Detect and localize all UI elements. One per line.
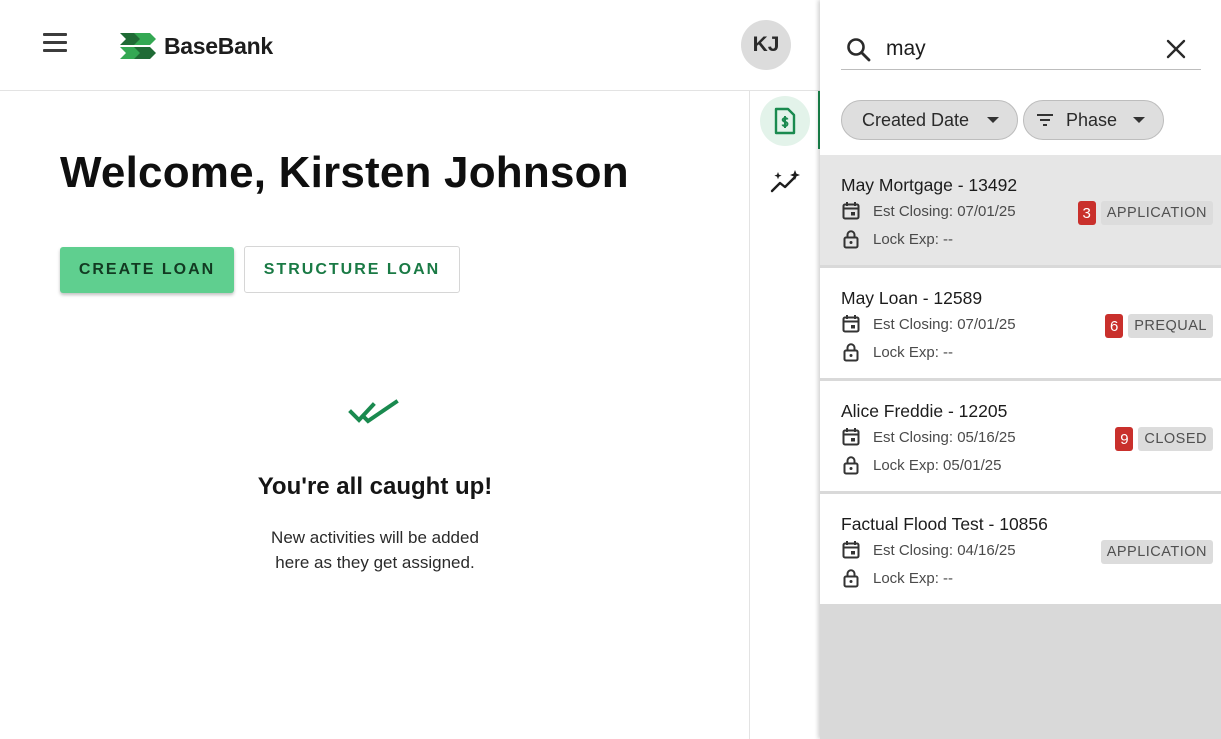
search-icon (847, 38, 871, 62)
lock-icon (843, 343, 859, 362)
est-closing-text: Est Closing: 04/16/25 (873, 541, 1016, 559)
rail-item-loans[interactable] (760, 96, 810, 146)
page-title: Welcome, Kirsten Johnson (60, 148, 629, 197)
loan-title: Alice Freddie - 12205 (841, 401, 1008, 421)
search-bar (841, 28, 1201, 70)
lock-exp-text: Lock Exp: -- (873, 343, 954, 361)
lock-icon (843, 230, 859, 249)
calendar-icon (842, 541, 860, 559)
empty-state-message: New activities will be added here as the… (0, 525, 750, 575)
est-closing-row: Est Closing: 05/16/25 (841, 427, 1016, 447)
est-closing-text: Est Closing: 07/01/25 (873, 202, 1016, 220)
calendar-icon (842, 428, 860, 446)
lock-icon (843, 456, 859, 475)
loan-result-item[interactable]: Factual Flood Test - 10856 Est Closing: … (820, 494, 1221, 604)
phase-badge: CLOSED (1138, 427, 1213, 451)
side-rail (750, 91, 820, 739)
created-date-filter[interactable]: Created Date (841, 100, 1018, 140)
user-avatar[interactable]: KJ (741, 20, 791, 70)
loan-result-item[interactable]: May Mortgage - 13492 Est Closing: 07/01/… (820, 155, 1221, 265)
activity-count-badge: 6 (1105, 314, 1124, 338)
calendar-icon (842, 202, 860, 220)
double-check-icon (348, 399, 399, 424)
loan-result-item[interactable]: May Loan - 12589 Est Closing: 07/01/25 L… (820, 268, 1221, 378)
caret-down-icon (987, 117, 999, 123)
lock-exp-text: Lock Exp: 05/01/25 (873, 456, 1002, 474)
close-icon[interactable] (1163, 36, 1189, 62)
empty-state-line: New activities will be added (271, 528, 479, 547)
est-closing-row: Est Closing: 04/16/25 (841, 540, 1016, 560)
loan-badges: 6 PREQUAL (1105, 314, 1213, 338)
rail-item-insights[interactable] (760, 157, 810, 207)
filter-label: Phase (1066, 109, 1118, 130)
brand-logo[interactable]: BaseBank (118, 30, 273, 62)
loan-badges: 3 APPLICATION (1077, 201, 1213, 225)
search-panel-header: Created Date Phase (820, 0, 1221, 155)
filter-label: Created Date (862, 109, 970, 130)
activity-count-badge: 3 (1077, 201, 1096, 225)
loan-title: May Loan - 12589 (841, 288, 983, 308)
calendar-icon (842, 315, 860, 333)
lock-exp-row: Lock Exp: -- (841, 229, 953, 249)
caret-down-icon (1133, 117, 1145, 123)
app-bar: BaseBank KJ (0, 0, 820, 91)
loan-title: May Mortgage - 13492 (841, 175, 1018, 195)
est-closing-row: Est Closing: 07/01/25 (841, 314, 1016, 334)
loan-result-item[interactable]: Alice Freddie - 12205 Est Closing: 05/16… (820, 381, 1221, 491)
create-loan-button[interactable]: CREATE LOAN (60, 247, 234, 293)
lock-exp-row: Lock Exp: 05/01/25 (841, 455, 1001, 475)
lock-exp-text: Lock Exp: -- (873, 569, 954, 587)
main-content: Welcome, Kirsten Johnson CREATE LOAN STR… (0, 91, 750, 739)
brand-name: BaseBank (164, 32, 273, 59)
menu-icon[interactable] (40, 33, 70, 57)
phase-badge: APPLICATION (1100, 540, 1213, 564)
search-panel: Created Date Phase May Mortgage - 13492 … (820, 0, 1221, 739)
est-closing-text: Est Closing: 07/01/25 (873, 315, 1016, 333)
phase-badge: PREQUAL (1128, 314, 1213, 338)
empty-state-line: here as they get assigned. (275, 553, 475, 572)
loan-document-icon (774, 107, 796, 135)
brand-mark-icon (120, 33, 156, 59)
lock-exp-text: Lock Exp: -- (873, 230, 954, 248)
phase-badge: APPLICATION (1100, 201, 1213, 225)
phase-filter[interactable]: Phase (1023, 100, 1164, 140)
structure-loan-button[interactable]: STRUCTURE LOAN (244, 246, 460, 293)
lock-exp-row: Lock Exp: -- (841, 568, 953, 588)
loan-badges: 9 CLOSED (1115, 427, 1213, 451)
loan-badges: APPLICATION (1100, 540, 1213, 564)
activity-count-badge: 9 (1115, 427, 1134, 451)
est-closing-text: Est Closing: 05/16/25 (873, 428, 1016, 446)
lock-icon (843, 569, 859, 588)
est-closing-row: Est Closing: 07/01/25 (841, 201, 1016, 221)
loan-title: Factual Flood Test - 10856 (841, 514, 1048, 534)
lock-exp-row: Lock Exp: -- (841, 342, 953, 362)
search-results: May Mortgage - 13492 Est Closing: 07/01/… (820, 155, 1221, 607)
search-input[interactable] (886, 34, 1156, 64)
filter-icon (1037, 114, 1053, 126)
empty-state-title: You're all caught up! (257, 473, 493, 500)
sparkle-chart-icon (770, 170, 800, 193)
